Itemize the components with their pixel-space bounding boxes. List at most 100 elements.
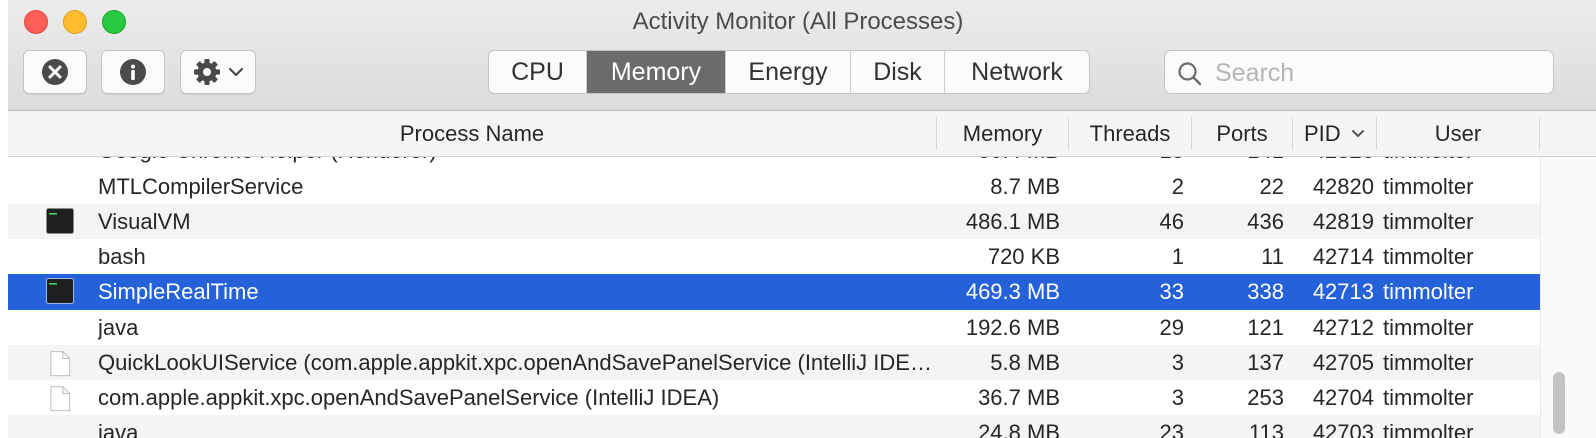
user-value: timmolter <box>1383 279 1474 304</box>
ports-value: 113 <box>1248 420 1284 438</box>
column-header-pid[interactable]: PID <box>1298 111 1376 156</box>
pid-value: 42819 <box>1312 209 1374 234</box>
pid-value: 42712 <box>1312 315 1374 340</box>
user-value: timmolter <box>1383 385 1474 410</box>
stop-process-button[interactable] <box>23 50 87 94</box>
user-value: timmolter <box>1383 420 1474 438</box>
pid-value: 42705 <box>1312 350 1374 375</box>
search-input[interactable] <box>1213 57 1537 89</box>
threads-value: 3 <box>1171 350 1184 375</box>
toolbar: Activity Monitor (All Processes) CPU Mem… <box>8 0 1596 111</box>
search-icon <box>1178 62 1202 86</box>
scrollbar-track[interactable] <box>1540 157 1596 438</box>
ports-value: 121 <box>1247 315 1284 340</box>
column-header-threads[interactable]: Threads <box>1069 111 1191 156</box>
column-header-process-name[interactable]: Process Name <box>8 111 936 156</box>
activity-monitor-window: Activity Monitor (All Processes) CPU Mem… <box>8 0 1596 438</box>
table-row-selected[interactable]: SimpleRealTime 469.3 MB 33 338 42713 tim… <box>8 274 1540 310</box>
user-value: timmolter <box>1383 209 1474 234</box>
ports-value: 11 <box>1261 244 1284 269</box>
memory-value: 50.4 MB <box>938 157 1060 168</box>
user-value: timmolter <box>1383 350 1474 375</box>
table-row[interactable]: Google Chrome Helper (Renderer) 50.4 MB … <box>8 157 1540 168</box>
threads-value: 46 <box>1159 209 1184 234</box>
table-row[interactable]: QuickLookUIService (com.apple.appkit.xpc… <box>8 345 1540 380</box>
tab-disk[interactable]: Disk <box>851 51 945 93</box>
process-name: java <box>98 315 139 340</box>
table-row[interactable]: MTLCompilerService 8.7 MB 2 22 42820 tim… <box>8 169 1540 204</box>
column-header-ports[interactable]: Ports <box>1192 111 1292 156</box>
threads-value: 3 <box>1171 385 1184 410</box>
ports-value: 338 <box>1247 279 1284 304</box>
ports-value: 22 <box>1259 174 1284 199</box>
table-row[interactable]: com.apple.appkit.xpc.openAndSavePanelSer… <box>8 380 1540 415</box>
process-name: SimpleRealTime <box>98 279 259 304</box>
column-header-pid-label: PID <box>1304 120 1341 146</box>
pid-value: 42703 <box>1312 420 1374 438</box>
document-icon <box>50 386 71 412</box>
pid-value: 42826 <box>1294 157 1374 168</box>
pid-value: 42714 <box>1312 244 1374 269</box>
user-value: timmolter <box>1383 315 1474 340</box>
column-header-user[interactable]: User <box>1377 111 1539 156</box>
threads-value: 23 <box>1159 420 1184 438</box>
tab-memory[interactable]: Memory <box>587 51 726 93</box>
tab-cpu[interactable]: CPU <box>489 51 587 93</box>
user-value: timmolter <box>1383 244 1474 269</box>
user-value: timmolter <box>1383 174 1474 199</box>
column-divider[interactable] <box>1292 117 1293 150</box>
table-row[interactable]: VisualVM 486.1 MB 46 436 42819 timmolter <box>8 204 1540 239</box>
chevron-down-icon <box>228 67 244 77</box>
process-table: Google Chrome Helper (Renderer) 50.4 MB … <box>8 157 1540 438</box>
tab-energy[interactable]: Energy <box>726 51 851 93</box>
view-tab-bar: CPU Memory Energy Disk Network <box>488 50 1090 94</box>
ports-value: 253 <box>1247 385 1284 410</box>
inspect-process-button[interactable] <box>101 50 165 94</box>
table-row[interactable]: bash 720 KB 1 11 42714 timmolter <box>8 239 1540 274</box>
process-name: MTLCompilerService <box>98 174 304 199</box>
threads-value: 1 <box>1171 244 1184 269</box>
memory-value: 720 KB <box>987 244 1060 269</box>
process-name: QuickLookUIService (com.apple.appkit.xpc… <box>98 350 938 375</box>
pid-value: 42713 <box>1312 279 1374 304</box>
column-header-memory[interactable]: Memory <box>937 111 1068 156</box>
memory-value: 24.8 MB <box>978 420 1060 438</box>
column-divider[interactable] <box>1539 117 1540 150</box>
process-name: Google Chrome Helper (Renderer) <box>98 157 938 168</box>
pid-value: 42704 <box>1312 385 1374 410</box>
threads-value: 13 <box>1068 157 1184 168</box>
pid-value: 42820 <box>1312 174 1374 199</box>
memory-value: 5.8 MB <box>990 350 1060 375</box>
memory-value: 192.6 MB <box>965 315 1060 340</box>
process-name: VisualVM <box>98 209 191 234</box>
process-name: com.apple.appkit.xpc.openAndSavePanelSer… <box>98 385 720 410</box>
table-row[interactable]: java 24.8 MB 23 113 42703 timmolter <box>8 415 1540 438</box>
memory-value: 8.7 MB <box>990 174 1060 199</box>
threads-value: 2 <box>1171 174 1184 199</box>
ports-value: 436 <box>1247 209 1284 234</box>
user-value: timmolter <box>1383 157 1533 168</box>
process-name: bash <box>98 244 146 269</box>
process-name: java <box>98 420 139 438</box>
document-icon <box>50 351 71 377</box>
terminal-icon <box>46 278 74 304</box>
search-field <box>1164 50 1554 94</box>
scrollbar-thumb[interactable] <box>1553 372 1565 434</box>
gear-icon <box>194 59 220 85</box>
ports-value: 137 <box>1247 350 1284 375</box>
table-header: Process Name Memory Threads Ports PID Us… <box>8 111 1596 157</box>
memory-value: 469.3 MB <box>965 279 1060 304</box>
action-menu-button[interactable] <box>180 50 256 94</box>
table-row[interactable]: java 192.6 MB 29 121 42712 timmolter <box>8 310 1540 345</box>
threads-value: 29 <box>1159 315 1184 340</box>
stop-process-icon <box>42 59 68 85</box>
tab-network[interactable]: Network <box>945 51 1089 93</box>
info-icon <box>120 59 146 85</box>
memory-value: 36.7 MB <box>978 385 1060 410</box>
memory-value: 486.1 MB <box>965 209 1060 234</box>
terminal-icon <box>46 208 74 234</box>
window-title: Activity Monitor (All Processes) <box>632 8 964 35</box>
threads-value: 33 <box>1159 279 1184 304</box>
sort-descending-icon <box>1351 129 1364 137</box>
ports-value: 141 <box>1188 157 1284 168</box>
